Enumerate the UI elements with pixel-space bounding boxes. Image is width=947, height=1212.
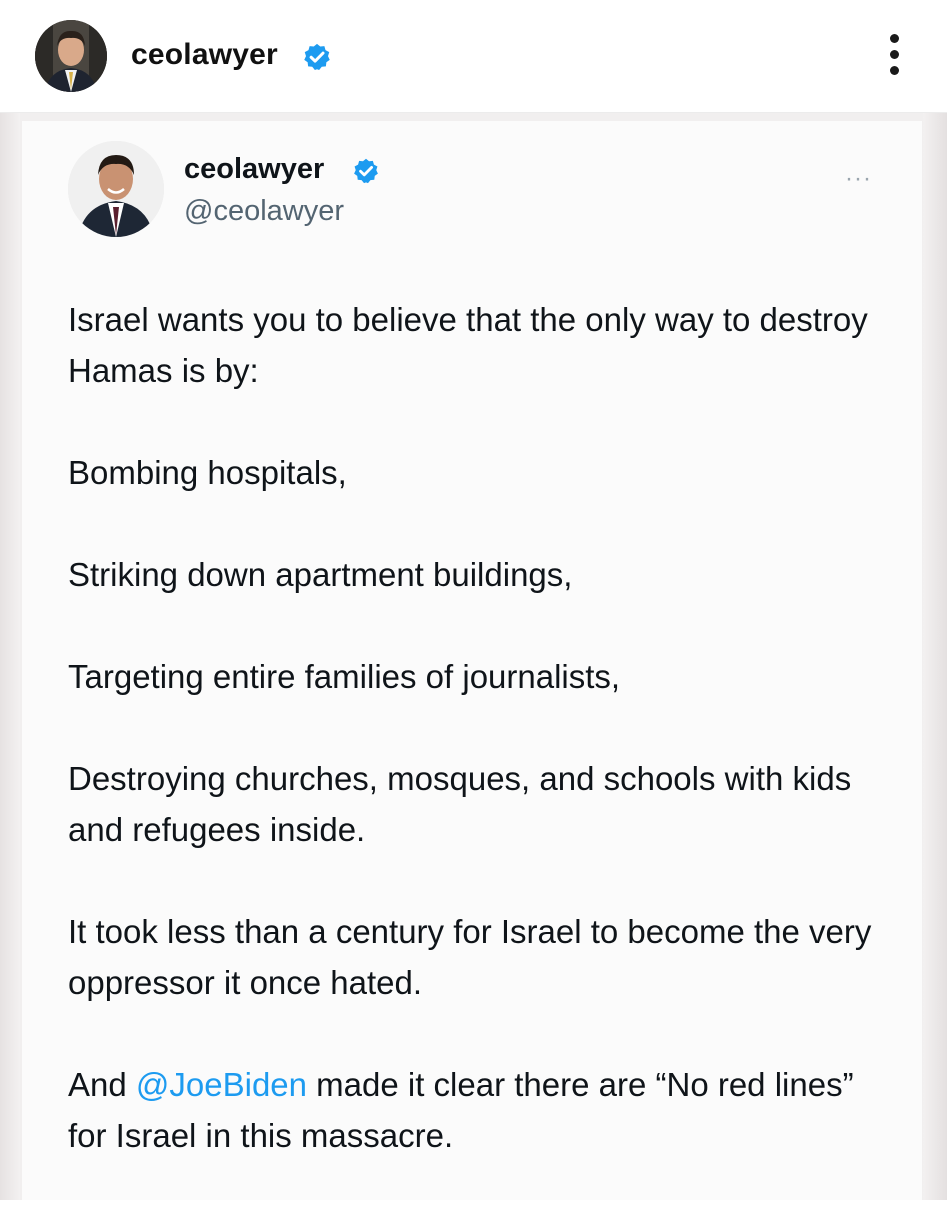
post-username[interactable]: ceolawyer (131, 38, 278, 72)
tweet-card: ceolawyer @ceolawyer ··· Israel wants yo… (22, 121, 922, 1200)
avatar[interactable] (35, 20, 107, 92)
verified-badge-icon (304, 43, 330, 70)
tweet-profile-photo-icon (68, 141, 164, 237)
post-media: ceolawyer @ceolawyer ··· Israel wants yo… (0, 113, 947, 1200)
tweet-more-icon[interactable]: ··· (845, 165, 872, 193)
tweet-handle[interactable]: @ceolawyer (184, 195, 344, 228)
tweet-paragraph: Striking down apartment buildings, (68, 556, 573, 593)
profile-photo-icon (35, 20, 107, 92)
background-edge-right (923, 113, 947, 1200)
tweet-paragraph: Israel wants you to believe that the onl… (68, 301, 868, 389)
tweet-paragraph-last: And @JoeBiden made it clear there are “N… (68, 1059, 888, 1161)
tweet-paragraph: Bombing hospitals, (68, 454, 347, 491)
tweet-display-name[interactable]: ceolawyer (184, 153, 324, 186)
tweet-avatar (68, 141, 164, 237)
post-header: ceolawyer (0, 0, 947, 113)
verified-badge-icon (354, 158, 378, 184)
tweet-paragraph: Targeting entire families of journalists… (68, 658, 621, 695)
tweet-paragraph: Destroying churches, mosques, and school… (68, 760, 852, 848)
tweet-text: Israel wants you to believe that the onl… (68, 294, 888, 1212)
text-segment: And (68, 1066, 136, 1103)
tweet-paragraph: It took less than a century for Israel t… (68, 913, 872, 1001)
mention-link[interactable]: @JoeBiden (136, 1066, 307, 1103)
background-edge-left (0, 113, 20, 1200)
vertical-ellipsis-icon[interactable] (880, 30, 910, 80)
